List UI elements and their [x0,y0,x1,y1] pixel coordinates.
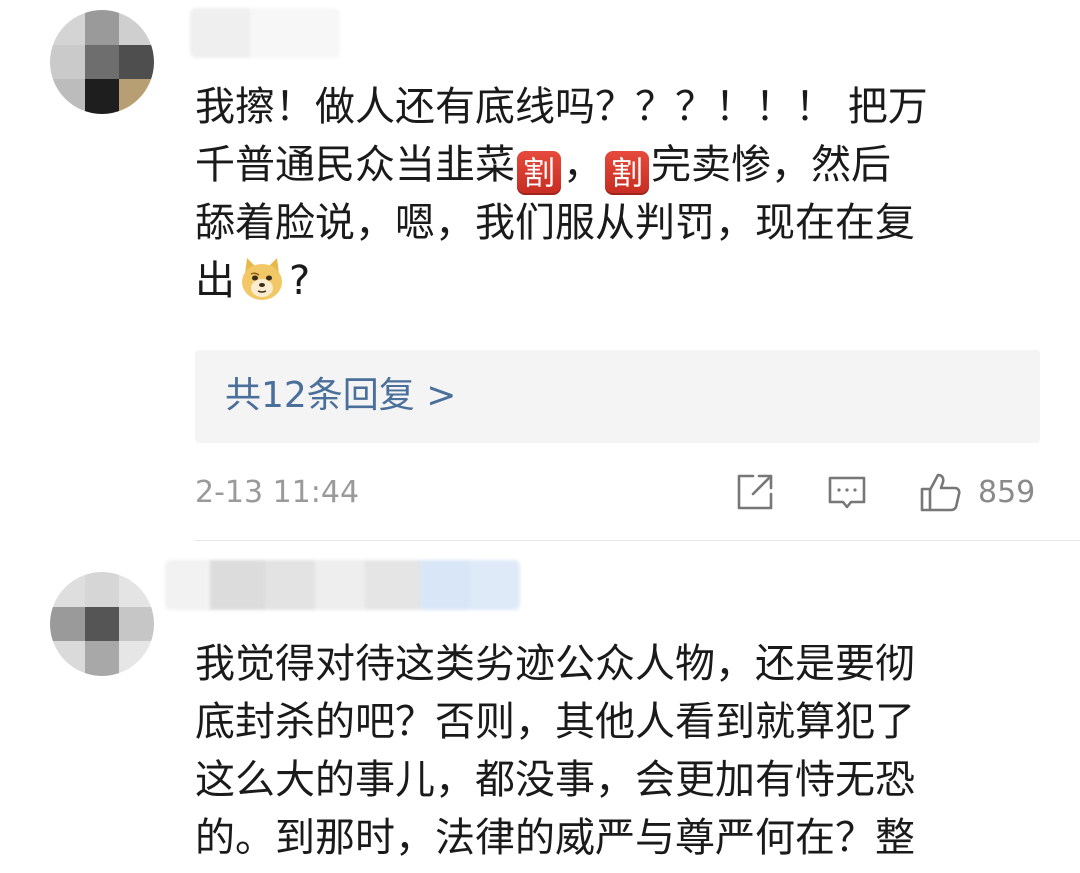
comment-text: 我觉得对待这类劣迹公众人物，还是要彻 底封杀的吧？否则，其他人看到就算犯了 这么… [195,635,1035,867]
comment-timestamp: 2-13 11:44 [195,475,360,510]
username-blurred[interactable] [190,8,340,58]
comment-line: 我擦！做人还有底线吗？？？！！！ 把万 [195,84,928,130]
like-count: 859 [978,475,1036,510]
comment-line: 出 ? [195,252,1035,310]
thumbs-up-icon[interactable] [918,470,962,514]
avatar[interactable] [50,10,154,114]
comment-icon[interactable] [825,470,869,514]
avatar[interactable] [50,572,154,676]
doge-emoji-icon [242,258,282,300]
comment-line: 千普通民众当韭菜割，割完卖惨，然后 [195,136,1035,195]
comment-line: 的。到那时，法律的威严与尊严何在？整 [195,815,915,861]
view-replies-link[interactable]: 共12条回复 > [225,371,456,421]
username-blurred[interactable] [165,560,520,610]
comment-text: 我擦！做人还有底线吗？？？！！！ 把万 千普通民众当韭菜割，割完卖惨，然后 舔着… [195,78,1035,310]
cut-emoji: 割 [517,151,561,195]
share-icon[interactable] [733,470,777,514]
comment-divider [195,540,1080,541]
comment-line: 舔着脸说，嗯，我们服从判罚，现在在复 [195,200,915,246]
comment-line: 我觉得对待这类劣迹公众人物，还是要彻 [195,641,915,687]
comment-line: 底封杀的吧？否则，其他人看到就算犯了 [195,699,915,745]
cut-emoji: 割 [605,151,649,195]
comment-line: 这么大的事儿，都没事，会更加有恃无恐 [195,757,915,803]
replies-box[interactable]: 共12条回复 > [195,350,1040,443]
